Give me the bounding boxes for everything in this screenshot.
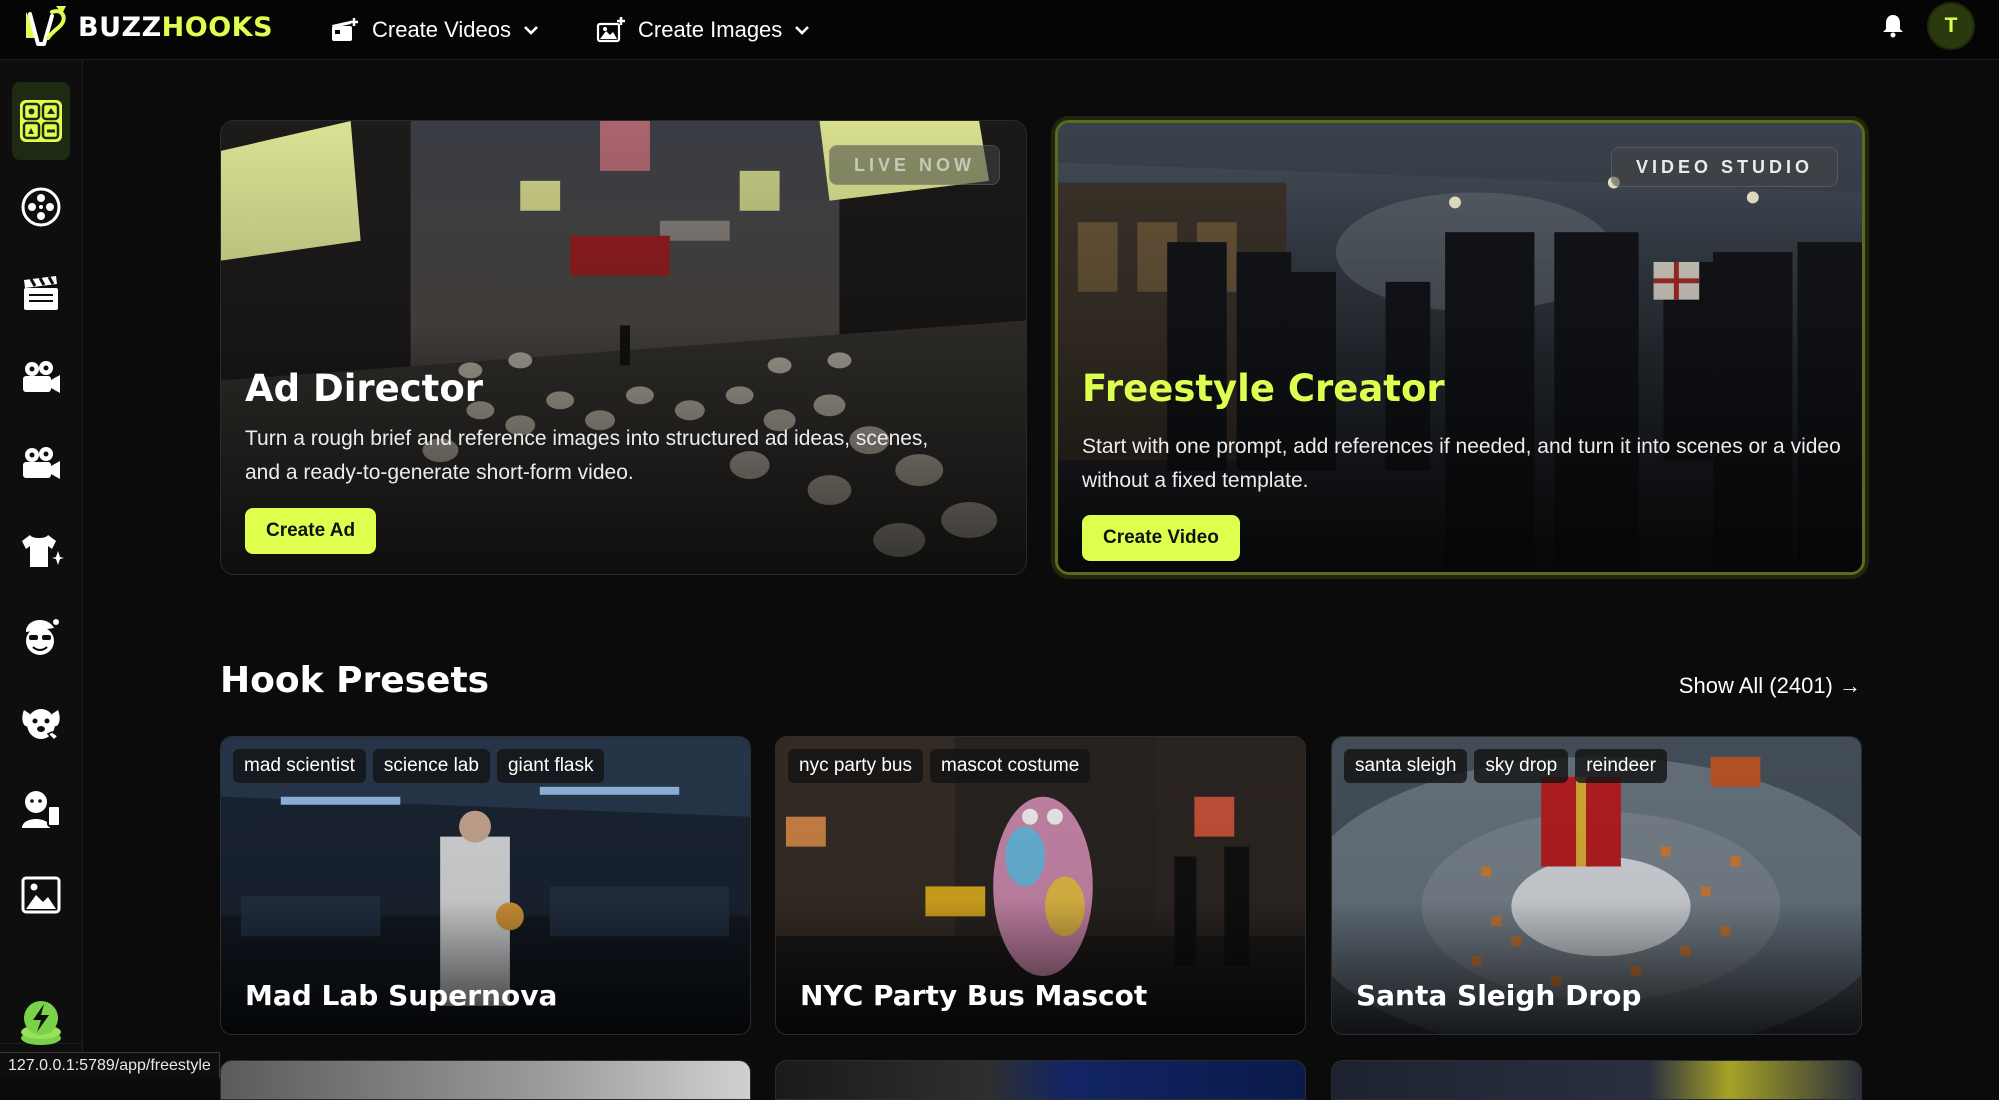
tag: science lab <box>372 749 490 783</box>
tag: santa sleigh <box>1344 749 1468 783</box>
santa-face-icon <box>26 619 59 655</box>
live-now-badge: LIVE NOW <box>829 145 1000 185</box>
sidebar-item-character[interactable] <box>12 598 70 676</box>
coins-bolt-icon[interactable] <box>16 998 66 1048</box>
hero-description: Start with one prompt, add references if… <box>1082 435 1841 492</box>
tag: nyc party bus <box>788 749 923 783</box>
video-plus-icon <box>332 18 358 41</box>
tag: giant flask <box>496 749 605 783</box>
tag-list: mad scientist science lab giant flask <box>233 749 605 783</box>
video-studio-badge: VIDEO STUDIO <box>1610 147 1838 187</box>
preset-card[interactable]: nyc party bus mascot costume NYC Party B… <box>775 736 1306 1035</box>
tag-list: santa sleigh sky drop reindeer <box>1344 749 1667 783</box>
create-video-button[interactable]: Create Video <box>1082 515 1240 561</box>
preset-card[interactable]: santa sleigh sky drop reindeer Santa Sle… <box>1331 736 1862 1035</box>
person-phone-icon <box>22 791 61 828</box>
preset-card-partial[interactable] <box>1331 1060 1862 1100</box>
bell-icon[interactable] <box>1880 12 1906 38</box>
sidebar: 127.0.0.1:5789/app/freestyle <box>0 60 220 1078</box>
top-bar: BUZZHOOKS Create Videos Create Images T <box>0 0 1999 60</box>
sidebar-item-camera-2[interactable] <box>12 426 70 504</box>
hero-overlay <box>221 121 1026 574</box>
movie-camera-icon <box>23 361 60 393</box>
sidebar-item-apparel[interactable] <box>12 512 70 590</box>
nav-create-images[interactable]: Create Images <box>596 10 810 50</box>
nav-label: Create Images <box>638 17 783 42</box>
sidebar-item-avatar[interactable] <box>12 770 70 848</box>
hero-title: Ad Director <box>245 367 484 410</box>
sidebar-item-reels[interactable] <box>12 168 70 246</box>
hero-title: Freestyle Creator <box>1082 367 1445 410</box>
chevron-down-icon <box>795 26 810 35</box>
preset-title: Santa Sleigh Drop <box>1356 979 1642 1012</box>
create-ad-button[interactable]: Create Ad <box>245 508 377 554</box>
preset-title: NYC Party Bus Mascot <box>800 979 1148 1012</box>
clapperboard-icon <box>24 276 58 310</box>
image-icon <box>21 876 61 914</box>
film-reel-icon <box>21 187 61 227</box>
preset-card-partial[interactable] <box>220 1060 751 1100</box>
preset-card[interactable]: mad scientist science lab giant flask Ma… <box>220 736 751 1035</box>
sidebar-item-pets[interactable] <box>12 684 70 762</box>
sidebar-item-camera-1[interactable] <box>12 340 70 418</box>
brand-name: BUZZHOOKS <box>78 11 274 43</box>
dog-face-icon <box>22 709 60 742</box>
image-plus-icon <box>596 17 625 43</box>
user-avatar[interactable]: T <box>1927 2 1975 50</box>
tag: reindeer <box>1575 749 1667 783</box>
buzzhooks-logo-icon <box>26 6 66 46</box>
preset-card-partial[interactable] <box>775 1060 1306 1100</box>
hero-description: Turn a rough brief and reference images … <box>245 427 929 484</box>
sidebar-item-dashboard[interactable] <box>12 82 70 160</box>
sidebar-item-clapperboard[interactable] <box>12 254 70 332</box>
chevron-down-icon <box>524 26 538 35</box>
freestyle-creator-card[interactable]: VIDEO STUDIO Freestyle Creator Start wit… <box>1055 120 1865 575</box>
tag: sky drop <box>1474 749 1569 783</box>
ad-director-card[interactable]: LIVE NOW Ad Director Turn a rough brief … <box>220 120 1027 575</box>
tag: mad scientist <box>233 749 366 783</box>
tag-list: nyc party bus mascot costume <box>788 749 1091 783</box>
show-all-link[interactable]: Show All (2401) → <box>1679 673 1861 699</box>
section-title: Hook Presets <box>220 660 490 701</box>
nav-create-videos[interactable]: Create Videos <box>330 10 539 50</box>
grid-apps-icon <box>20 100 62 142</box>
hero-overlay <box>1058 123 1862 572</box>
movie-camera-icon <box>23 447 60 479</box>
status-url: 127.0.0.1:5789/app/freestyle <box>0 1052 220 1078</box>
nav-label: Create Videos <box>372 17 512 42</box>
tshirt-sparkle-icon <box>22 535 64 567</box>
brand-logo[interactable]: BUZZHOOKS <box>22 4 273 50</box>
sidebar-item-images[interactable] <box>12 856 70 934</box>
preset-title: Mad Lab Supernova <box>245 979 558 1012</box>
tag: mascot costume <box>930 749 1091 783</box>
